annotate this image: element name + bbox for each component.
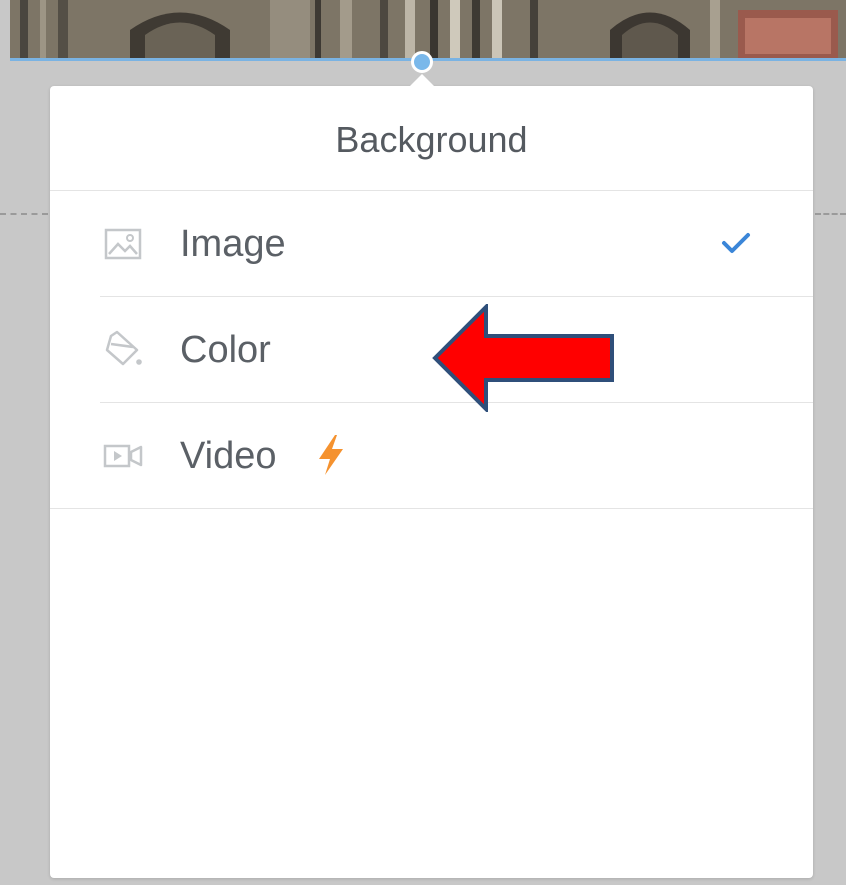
popover-caret	[410, 74, 434, 86]
divider	[50, 508, 813, 509]
option-image[interactable]: Image	[50, 191, 813, 297]
image-icon	[103, 224, 143, 264]
background-popover: Background Image Color Video	[50, 74, 813, 878]
section-guide-line-left	[0, 213, 48, 215]
popover-title: Background	[50, 86, 813, 191]
option-video[interactable]: Video	[50, 403, 813, 509]
resize-handle[interactable]	[411, 51, 433, 73]
section-guide-line-right	[815, 213, 846, 215]
option-color-label: Color	[180, 329, 271, 371]
lightning-bolt-icon	[313, 433, 349, 477]
background-photo-strip	[10, 0, 846, 60]
red-left-arrow	[432, 302, 616, 417]
option-image-label: Image	[180, 223, 286, 265]
option-video-label: Video	[180, 435, 277, 477]
video-icon	[103, 436, 143, 476]
checkmark-icon	[718, 228, 754, 258]
paint-bucket-icon	[103, 330, 143, 370]
